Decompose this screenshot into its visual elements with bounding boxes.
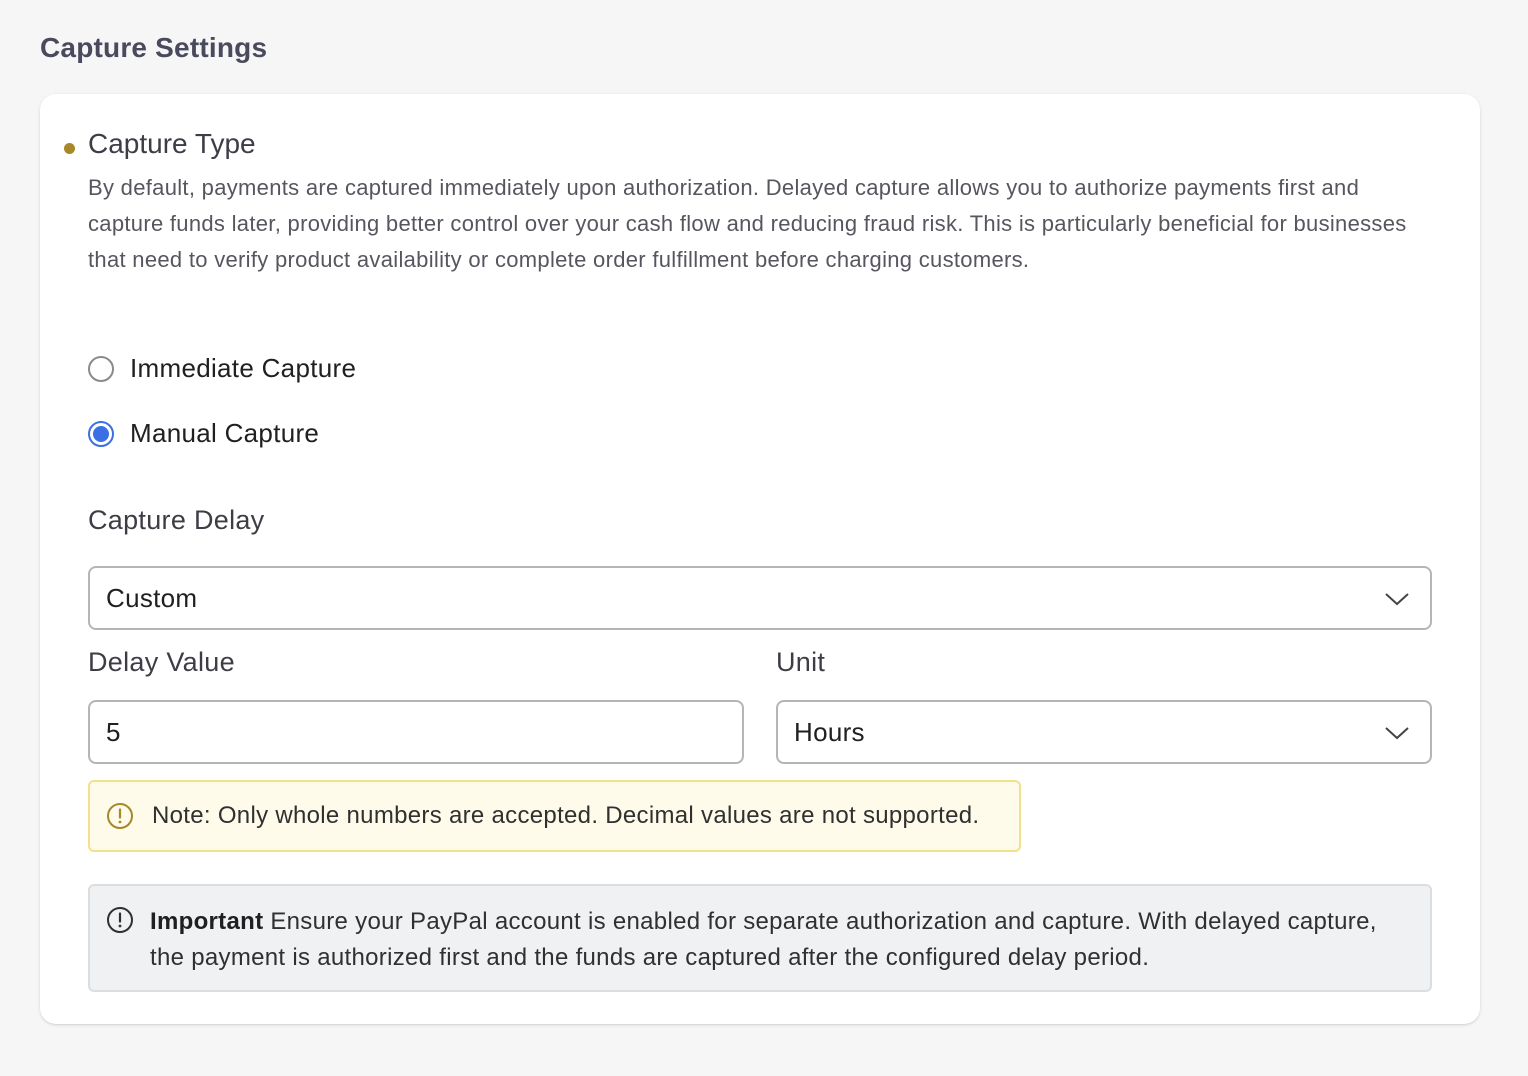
important-heading: Important [150,908,264,935]
radio-label: Immediate Capture [130,353,357,383]
capture-settings-card: Capture Type By default, payments are ca… [40,94,1480,1024]
delay-value-input[interactable]: 5 [88,700,744,764]
radio-label: Manual Capture [130,418,320,448]
radio-button-unchecked[interactable] [88,355,114,382]
chevron-down-icon [1385,593,1409,606]
unit-selected: Hours [794,716,865,747]
note-banner: Note: Only whole numbers are accepted. D… [88,780,1021,852]
section-bullet-dot [64,143,75,154]
chevron-down-icon [1385,727,1409,740]
info-circle-icon [107,907,133,933]
unit-select[interactable]: Hours [776,700,1432,764]
radio-manual-capture[interactable]: Manual Capture [88,418,319,449]
radio-immediate-capture[interactable]: Immediate Capture [88,353,356,384]
unit-label: Unit [776,647,826,677]
delay-value-text: 5 [106,716,121,747]
important-banner: Important Ensure your PayPal account is … [88,884,1432,992]
capture-type-title: Capture Type [88,128,256,159]
alert-circle-icon [107,803,133,829]
important-body: Ensure your PayPal account is enabled fo… [150,908,1377,971]
important-text: Important Ensure your PayPal account is … [150,904,1410,976]
capture-type-description: By default, payments are captured immedi… [88,175,1407,272]
delay-value-label: Delay Value [88,647,235,677]
capture-delay-selected: Custom [106,582,198,613]
capture-delay-label: Capture Delay [88,505,265,535]
radio-button-checked[interactable] [88,420,114,447]
capture-delay-select[interactable]: Custom [88,566,1432,630]
page-title: Capture Settings [40,32,268,63]
note-text: Note: Only whole numbers are accepted. D… [152,802,980,829]
